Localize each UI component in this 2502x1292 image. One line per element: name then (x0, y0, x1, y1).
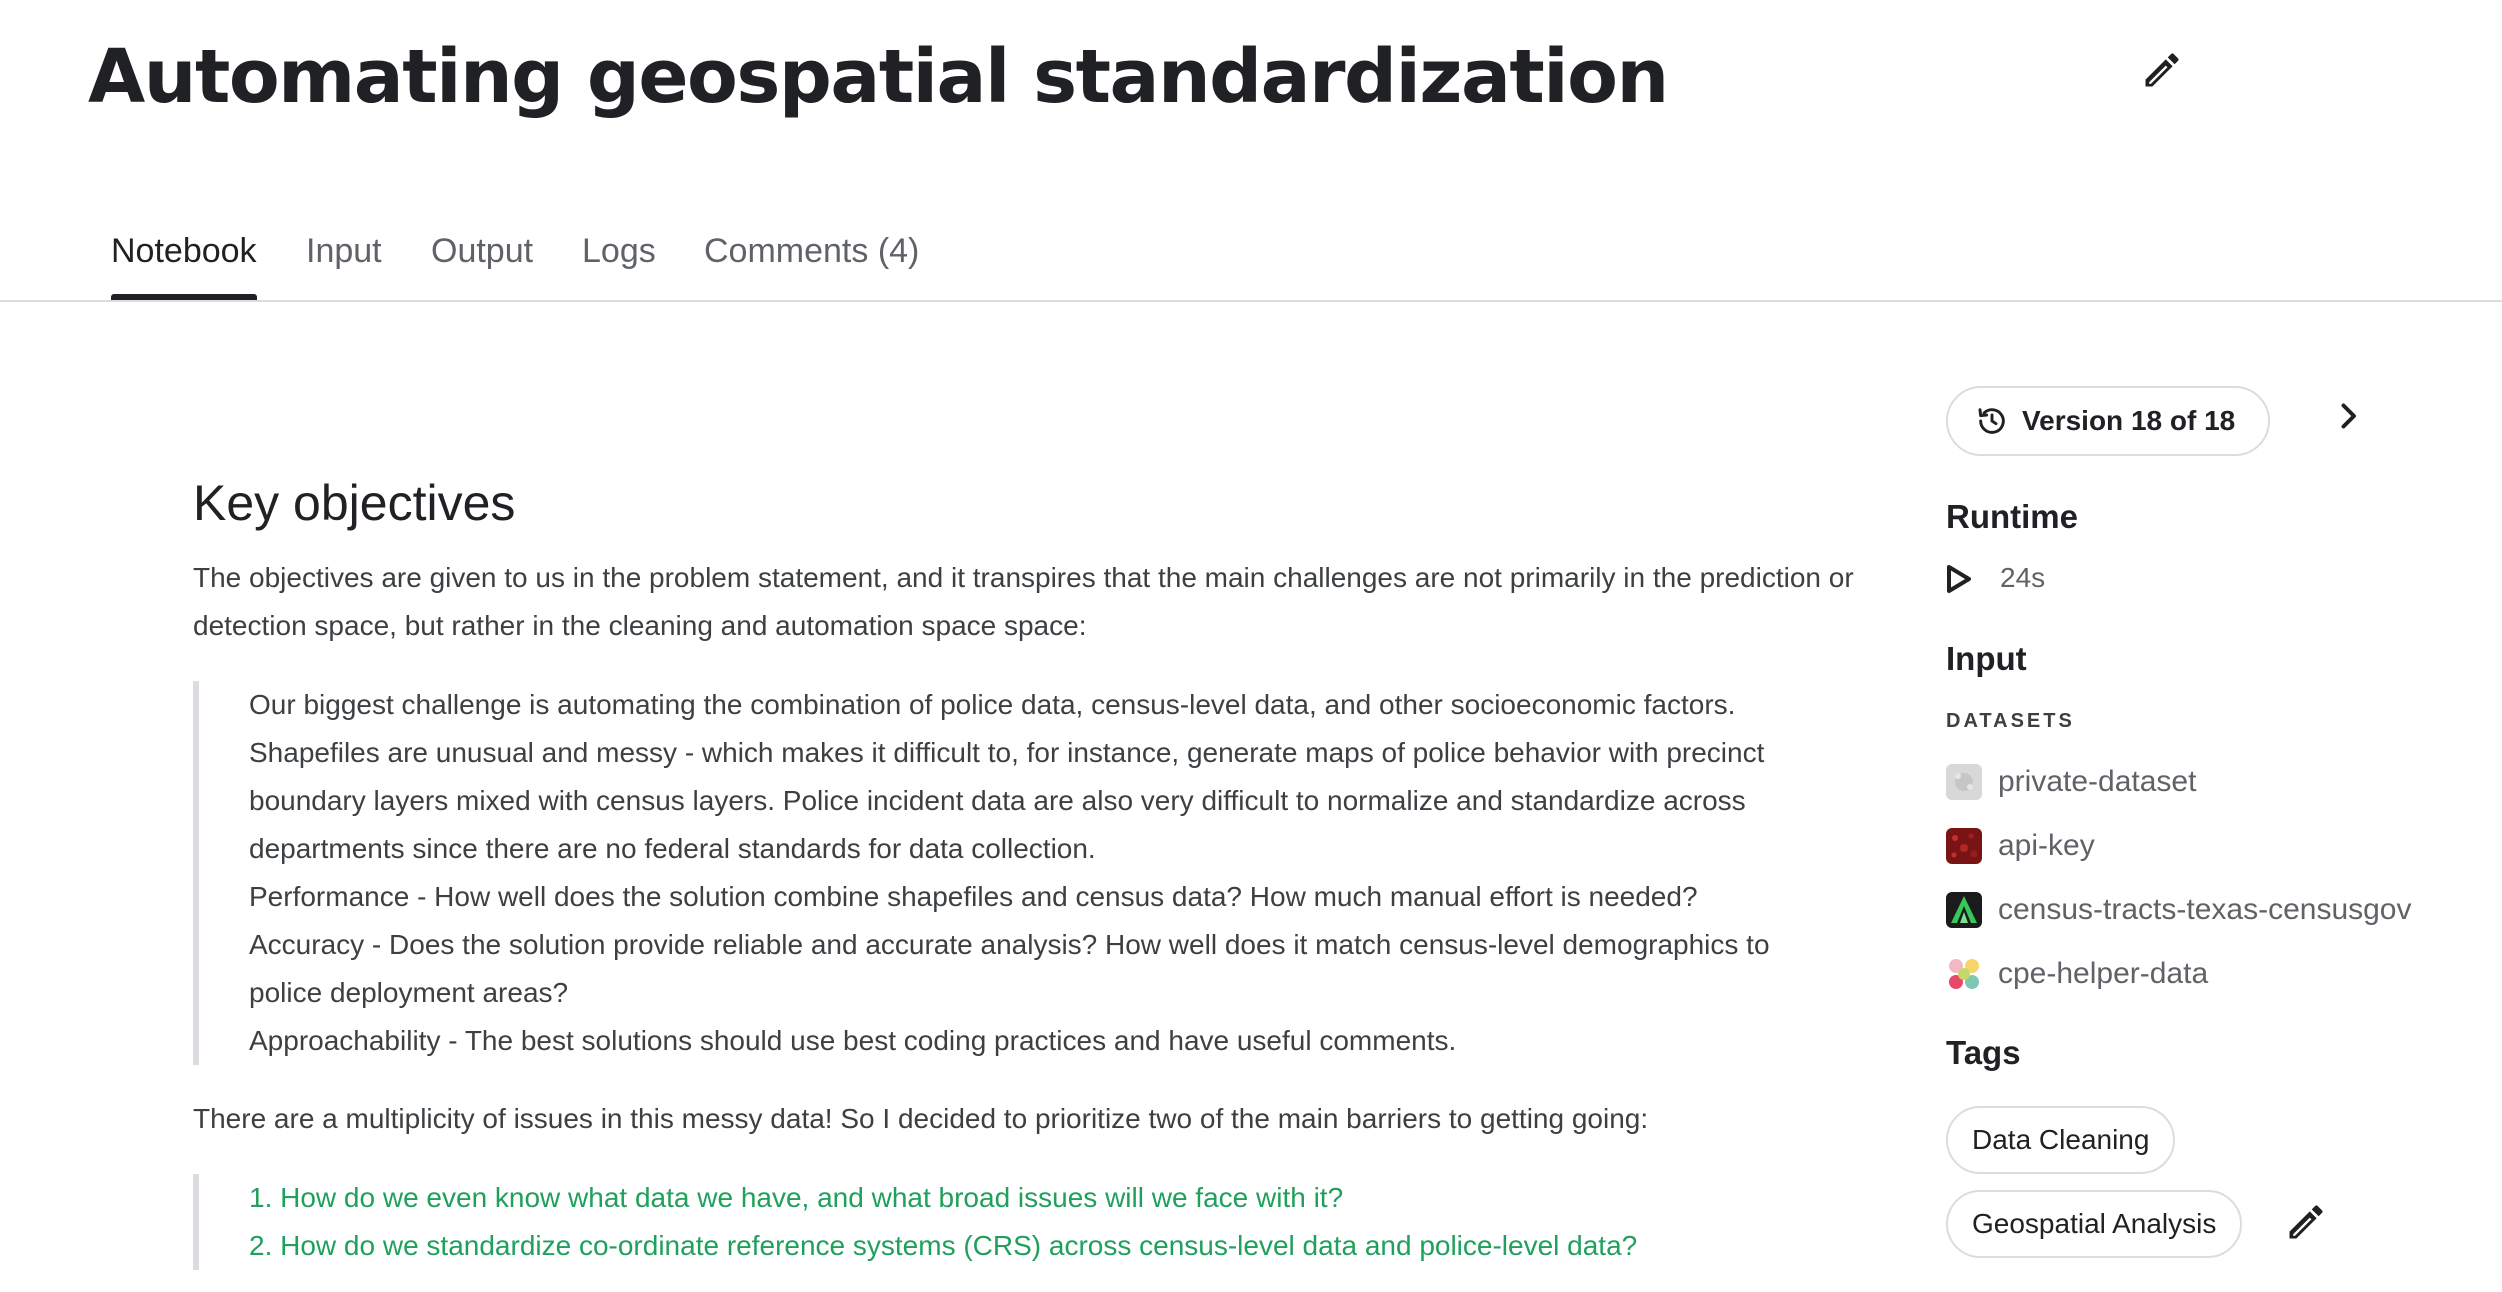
chevron-right-icon[interactable] (2330, 396, 2366, 436)
quote-line: Approachability - The best solutions sho… (249, 1025, 1457, 1056)
issues-paragraph: There are a multiplicity of issues in th… (193, 1103, 1649, 1134)
census-tracts-icon (1946, 892, 1982, 928)
version-label: Version 18 of 18 (2022, 405, 2236, 436)
question-link[interactable]: 2. How do we standardize co-ordinate ref… (249, 1222, 1809, 1270)
tag-chip[interactable]: Geospatial Analysis (1946, 1190, 2243, 1258)
runtime-value: 24s (2000, 562, 2046, 593)
datasets-caption: DATASETS (1946, 710, 2075, 732)
quote-line: Performance - How well does the solution… (249, 881, 1698, 912)
tab-output[interactable]: Output (431, 232, 533, 295)
api-key-icon (1946, 828, 1982, 864)
question-link[interactable]: 1. How do we even know what data we have… (249, 1174, 1809, 1222)
dataset-item[interactable]: private-dataset (1946, 764, 2196, 800)
edit-tags-icon[interactable] (2284, 1200, 2328, 1244)
tags-heading: Tags (1946, 1034, 2021, 1071)
dataset-name: private-dataset (1998, 765, 2197, 798)
tab-input[interactable]: Input (306, 232, 382, 295)
tab-bar: Notebook Input Output Logs Comments (4) (0, 220, 2502, 302)
history-icon (1976, 405, 2008, 437)
dataset-item[interactable]: api-key (1946, 828, 2095, 864)
objectives-blockquote: Our biggest challenge is automating the … (193, 681, 1809, 1065)
dataset-name: census-tracts-texas-censusgov (1998, 893, 2412, 926)
dataset-name: api-key (1998, 829, 2095, 862)
tag-chip[interactable]: Data Cleaning (1946, 1106, 2176, 1174)
edit-title-icon[interactable] (2140, 48, 2184, 92)
tab-comments[interactable]: Comments (4) (704, 232, 919, 295)
tab-logs[interactable]: Logs (582, 232, 656, 295)
dataset-item[interactable]: census-tracts-texas-censusgov (1946, 892, 2412, 928)
quote-line: Our biggest challenge is automating the … (249, 689, 1765, 864)
questions-blockquote: 1. How do we even know what data we have… (193, 1174, 1809, 1270)
private-dataset-icon (1946, 764, 1982, 800)
version-button[interactable]: Version 18 of 18 (1946, 386, 2270, 456)
section-heading: Key objectives (193, 475, 516, 531)
input-heading: Input (1946, 640, 2027, 677)
play-icon (1946, 564, 1972, 594)
cpe-helper-icon (1946, 956, 1982, 992)
quote-line: Accuracy - Does the solution provide rel… (249, 929, 1770, 1008)
dataset-item[interactable]: cpe-helper-data (1946, 956, 2208, 992)
page-title: Automating geospatial standardization (88, 34, 1669, 120)
intro-paragraph: The objectives are given to us in the pr… (193, 562, 1854, 641)
tab-notebook[interactable]: Notebook (111, 232, 257, 300)
runtime-heading: Runtime (1946, 498, 2078, 535)
dataset-name: cpe-helper-data (1998, 957, 2209, 990)
